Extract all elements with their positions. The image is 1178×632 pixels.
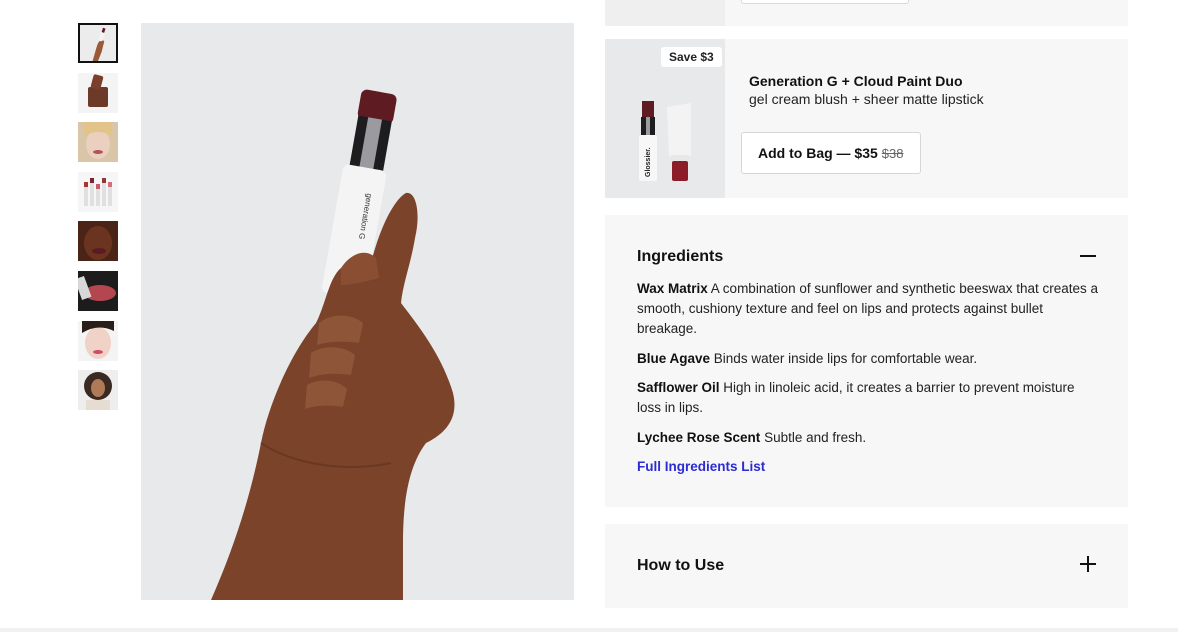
bundle-title: Generation G + Cloud Paint Duo bbox=[749, 73, 963, 89]
thumbnail-image bbox=[80, 25, 116, 61]
thumbnail-image bbox=[78, 370, 118, 411]
ingredient-name: Wax Matrix bbox=[637, 281, 708, 296]
original-price: $38 bbox=[881, 145, 904, 161]
thumbnail-gallery bbox=[78, 23, 118, 420]
expand-plus-icon[interactable] bbox=[1080, 556, 1096, 572]
previous-bundle-card bbox=[605, 0, 1128, 26]
thumbnail-1[interactable] bbox=[78, 23, 118, 63]
full-ingredients-link[interactable]: Full Ingredients List bbox=[637, 459, 765, 474]
thumbnail-8[interactable] bbox=[78, 370, 118, 411]
bottom-divider bbox=[0, 628, 1178, 632]
collapse-minus-icon[interactable] bbox=[1080, 248, 1096, 264]
ingredient-description: Subtle and fresh. bbox=[764, 429, 867, 445]
main-product-image: generation G bbox=[141, 23, 574, 600]
add-to-bag-button[interactable]: Add to Bag — $35 $38 bbox=[741, 132, 921, 174]
bundle-card: Glossier. Save $3 Generation G + Cloud P… bbox=[605, 39, 1128, 198]
ingredients-list: Wax Matrix A combination of sunflower an… bbox=[637, 279, 1102, 477]
bundle-subtitle: gel cream blush + sheer matte lipstick bbox=[749, 91, 984, 107]
ingredient-description: Binds water inside lips for comfortable … bbox=[713, 350, 978, 366]
thumbnail-image bbox=[78, 320, 118, 361]
ingredient-item: Lychee Rose Scent Subtle and fresh. bbox=[637, 428, 1102, 448]
ingredient-name: Lychee Rose Scent bbox=[637, 429, 761, 445]
save-badge: Save $3 bbox=[661, 47, 722, 67]
thumbnail-5[interactable] bbox=[78, 221, 118, 262]
previous-add-to-bag-button[interactable] bbox=[741, 0, 909, 4]
thumbnail-image bbox=[78, 122, 118, 163]
how-to-use-heading[interactable]: How to Use bbox=[637, 557, 724, 575]
add-to-bag-label: Add to Bag — $35 bbox=[758, 145, 878, 161]
thumbnail-image bbox=[78, 72, 118, 113]
ingredients-heading[interactable]: Ingredients bbox=[637, 248, 723, 266]
ingredient-name: Blue Agave bbox=[637, 350, 711, 366]
ingredient-item: Blue Agave Binds water inside lips for c… bbox=[637, 349, 1102, 369]
bundle-brand-text: Glossier. bbox=[645, 147, 652, 177]
thumbnail-image bbox=[78, 221, 118, 262]
thumbnail-7[interactable] bbox=[78, 320, 118, 361]
hand-holding-lipstick-illustration: generation G bbox=[211, 89, 455, 600]
thumbnail-3[interactable] bbox=[78, 122, 118, 163]
ingredient-item: Safflower Oil High in linoleic acid, it … bbox=[637, 378, 1102, 418]
thumbnail-image bbox=[78, 270, 118, 311]
ingredients-section: Ingredients Wax Matrix A combination of … bbox=[605, 215, 1128, 507]
thumbnail-2[interactable] bbox=[78, 72, 118, 113]
thumbnail-6[interactable] bbox=[78, 270, 118, 311]
ingredient-name: Safflower Oil bbox=[637, 380, 720, 395]
thumbnail-4[interactable] bbox=[78, 171, 118, 212]
ingredient-item: Wax Matrix A combination of sunflower an… bbox=[637, 279, 1102, 339]
how-to-use-section: How to Use bbox=[605, 524, 1128, 608]
thumbnail-image bbox=[78, 171, 118, 212]
previous-bundle-image bbox=[605, 0, 725, 26]
